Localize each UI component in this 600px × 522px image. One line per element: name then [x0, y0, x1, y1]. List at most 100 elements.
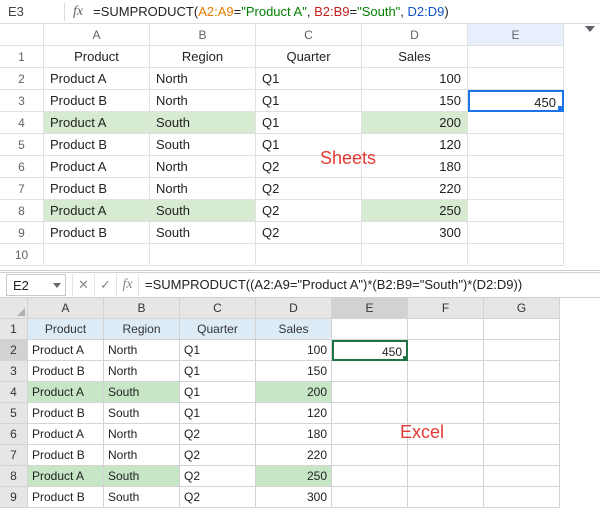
cell[interactable] [468, 156, 564, 178]
cell[interactable] [468, 178, 564, 200]
cell[interactable] [332, 445, 408, 466]
column-header[interactable]: F [408, 298, 484, 319]
cell[interactable] [408, 445, 484, 466]
cell[interactable] [332, 466, 408, 487]
row-header[interactable]: 3 [0, 90, 44, 112]
cell-sales[interactable]: 250 [362, 200, 468, 222]
cell-region[interactable]: North [104, 424, 180, 445]
cell-region[interactable]: South [150, 134, 256, 156]
cell-region[interactable]: North [150, 90, 256, 112]
cell-product[interactable]: Product B [44, 222, 150, 244]
cell[interactable] [484, 487, 560, 508]
cell-quarter[interactable]: Q2 [256, 222, 362, 244]
row-header[interactable]: 5 [0, 403, 28, 424]
cell-quarter[interactable]: Q2 [256, 178, 362, 200]
cell[interactable] [150, 244, 256, 266]
row-header[interactable]: 9 [0, 487, 28, 508]
cell[interactable] [408, 382, 484, 403]
cell[interactable] [332, 487, 408, 508]
column-header[interactable]: E [332, 298, 408, 319]
cell[interactable] [484, 403, 560, 424]
row-header[interactable]: 6 [0, 156, 44, 178]
cell-quarter[interactable]: Q1 [256, 90, 362, 112]
cell[interactable] [332, 403, 408, 424]
sheets-formula-input[interactable]: =SUMPRODUCT(A2:A9="Product A", B2:B9="So… [93, 4, 592, 19]
cell[interactable] [468, 244, 564, 266]
cell[interactable] [484, 361, 560, 382]
cell-product[interactable]: Product A [28, 466, 104, 487]
row-header[interactable]: 4 [0, 382, 28, 403]
cell[interactable] [408, 403, 484, 424]
cell[interactable] [484, 340, 560, 361]
cell-quarter[interactable]: Q2 [180, 466, 256, 487]
cell-product[interactable]: Product A [44, 112, 150, 134]
selected-cell[interactable]: 450 [468, 90, 564, 112]
row-header[interactable]: 6 [0, 424, 28, 445]
cell-sales[interactable]: 250 [256, 466, 332, 487]
cell-product[interactable]: Product A [44, 68, 150, 90]
column-header[interactable]: C [180, 298, 256, 319]
cell[interactable] [468, 112, 564, 134]
cell[interactable] [408, 466, 484, 487]
cell-sales[interactable]: 200 [362, 112, 468, 134]
cell-region[interactable]: North [150, 156, 256, 178]
cell-quarter[interactable]: Q2 [180, 424, 256, 445]
cell-product[interactable]: Product B [44, 90, 150, 112]
cell-sales[interactable]: 120 [256, 403, 332, 424]
cell-region[interactable]: South [104, 382, 180, 403]
row-header[interactable]: 7 [0, 445, 28, 466]
chevron-down-icon[interactable] [53, 283, 61, 288]
cell[interactable] [484, 466, 560, 487]
fx-icon[interactable]: fx [116, 274, 138, 296]
header-quarter[interactable]: Quarter [180, 319, 256, 340]
cell[interactable] [484, 424, 560, 445]
cell-product[interactable]: Product B [28, 445, 104, 466]
cell-region[interactable]: North [104, 445, 180, 466]
row-header[interactable]: 10 [0, 244, 44, 266]
cell[interactable] [484, 445, 560, 466]
row-header[interactable]: 3 [0, 361, 28, 382]
column-header[interactable]: E [468, 24, 564, 46]
cell-region[interactable]: South [150, 112, 256, 134]
cell-sales[interactable]: 180 [256, 424, 332, 445]
row-header[interactable]: 1 [0, 46, 44, 68]
header-quarter[interactable]: Quarter [256, 46, 362, 68]
row-header[interactable]: 4 [0, 112, 44, 134]
cell[interactable] [484, 382, 560, 403]
cell-sales[interactable]: 300 [256, 487, 332, 508]
row-header[interactable]: 8 [0, 466, 28, 487]
column-dropdown-icon[interactable] [585, 26, 595, 32]
column-header[interactable]: D [362, 24, 468, 46]
cell-product[interactable]: Product B [44, 134, 150, 156]
cell[interactable] [468, 200, 564, 222]
cell-sales[interactable]: 220 [256, 445, 332, 466]
cell[interactable] [332, 319, 408, 340]
cell[interactable] [408, 319, 484, 340]
cell-region[interactable]: North [150, 178, 256, 200]
row-header[interactable]: 1 [0, 319, 28, 340]
cell[interactable] [408, 361, 484, 382]
cell-product[interactable]: Product A [28, 340, 104, 361]
cell[interactable] [468, 46, 564, 68]
cell-quarter[interactable]: Q1 [180, 361, 256, 382]
header-product[interactable]: Product [44, 46, 150, 68]
cell-product[interactable]: Product B [28, 487, 104, 508]
cancel-button[interactable]: ✕ [72, 274, 94, 296]
column-header[interactable]: A [44, 24, 150, 46]
cell-sales[interactable]: 150 [256, 361, 332, 382]
excel-grid[interactable]: ABCDEFG1ProductRegionQuarterSales2Produc… [0, 298, 600, 508]
cell-product[interactable]: Product A [44, 156, 150, 178]
cell-quarter[interactable]: Q1 [180, 403, 256, 424]
cell[interactable] [468, 134, 564, 156]
cell[interactable] [332, 361, 408, 382]
cell-region[interactable]: South [104, 466, 180, 487]
row-header[interactable]: 9 [0, 222, 44, 244]
cell-sales[interactable]: 220 [362, 178, 468, 200]
cell-sales[interactable]: 180 [362, 156, 468, 178]
cell[interactable] [484, 319, 560, 340]
cell-region[interactable]: South [104, 487, 180, 508]
selected-cell[interactable]: 450 [332, 340, 408, 361]
column-header[interactable]: B [150, 24, 256, 46]
column-header[interactable]: G [484, 298, 560, 319]
cell-region[interactable]: South [150, 222, 256, 244]
